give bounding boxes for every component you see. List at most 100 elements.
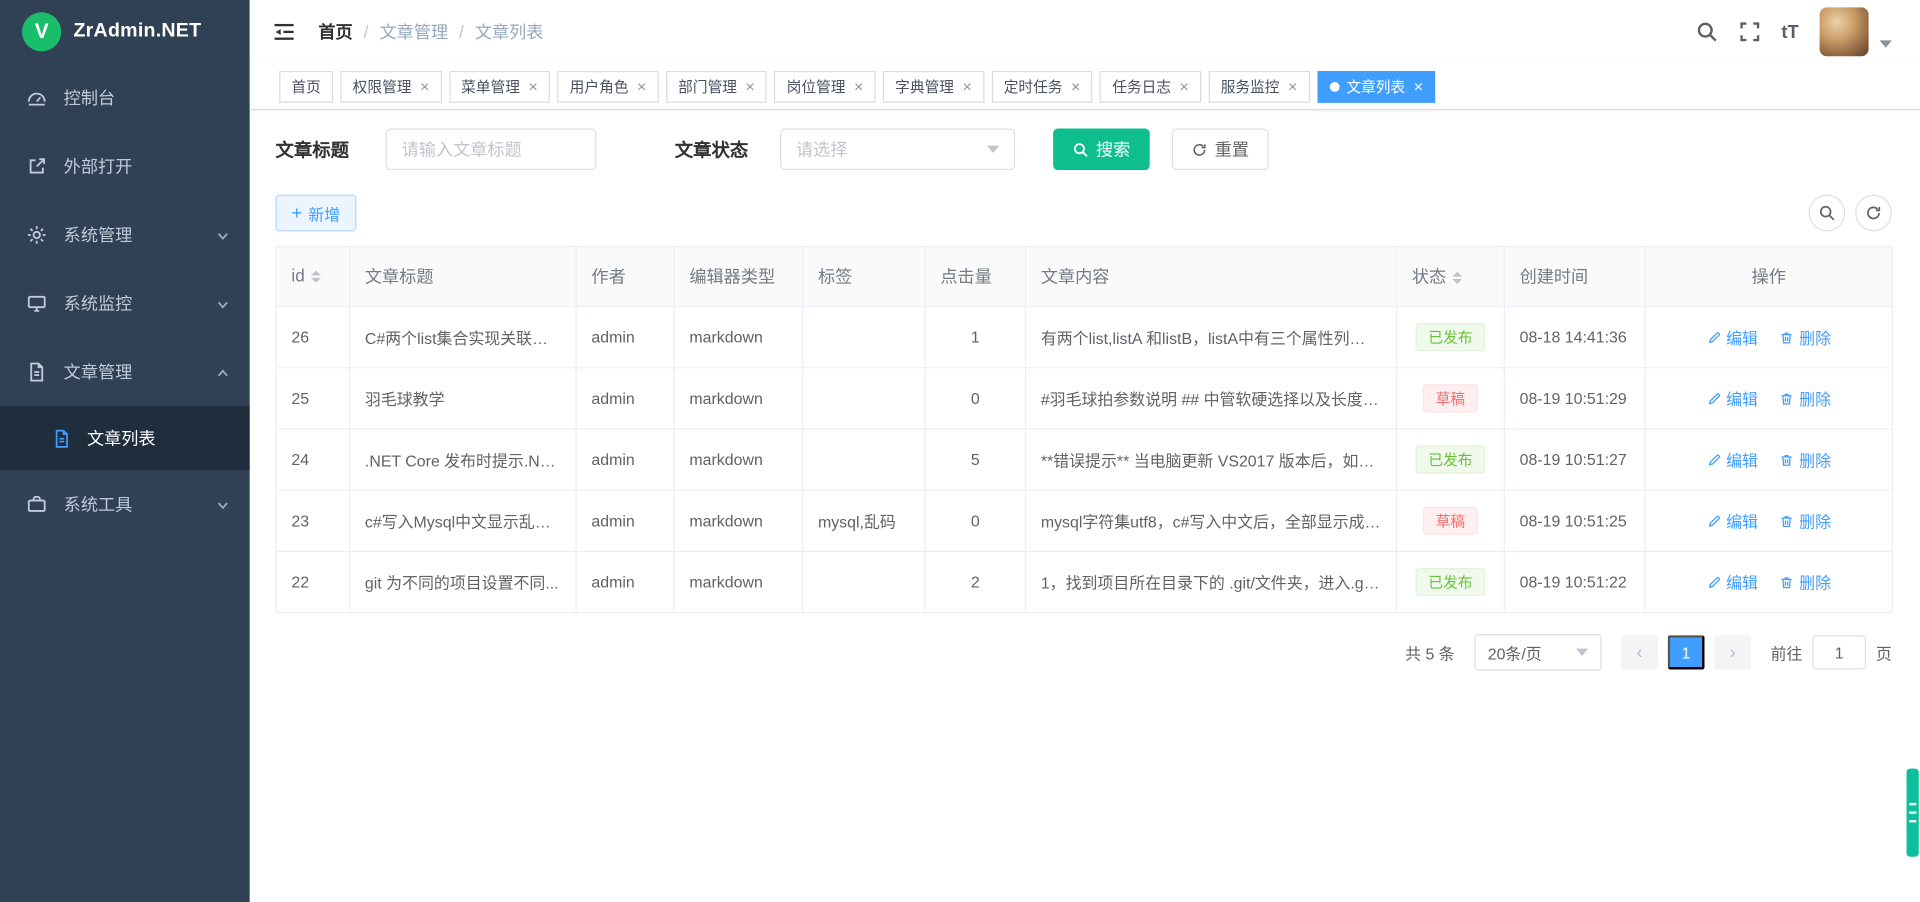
edit-button[interactable]: 编辑 xyxy=(1707,448,1758,471)
edit-link-label: 编辑 xyxy=(1726,571,1758,594)
fullscreen-icon[interactable] xyxy=(1739,21,1761,43)
toggle-search-button[interactable] xyxy=(1809,195,1846,232)
sort-icon xyxy=(1452,267,1462,289)
sidebar-item-external[interactable]: 外部打开 xyxy=(0,132,250,201)
tab[interactable]: 服务监控 × xyxy=(1208,70,1309,102)
column-header-clicks: 点击量 xyxy=(925,247,1025,307)
cell-author: admin xyxy=(576,491,674,552)
tab-active-dot xyxy=(1329,81,1339,91)
user-menu-caret-icon[interactable] xyxy=(1880,40,1892,47)
table-row: 26 C#两个list集合实现关联，... admin markdown 1 有… xyxy=(276,307,1892,368)
edit-button[interactable]: 编辑 xyxy=(1707,326,1758,349)
refresh-button[interactable] xyxy=(1855,195,1892,232)
cell-id: 25 xyxy=(276,368,349,429)
tab[interactable]: 文章列表 × xyxy=(1317,70,1435,102)
status-badge: 已发布 xyxy=(1416,323,1485,351)
cell-editor: markdown xyxy=(674,307,803,368)
logo-icon: V xyxy=(22,12,61,51)
tab[interactable]: 字典管理 × xyxy=(883,70,984,102)
tab-close-icon[interactable]: × xyxy=(1288,78,1297,94)
edit-button[interactable]: 编辑 xyxy=(1707,387,1758,410)
tab-close-icon[interactable]: × xyxy=(854,78,863,94)
dashboard-icon xyxy=(26,87,48,109)
edit-button[interactable]: 编辑 xyxy=(1707,571,1758,594)
tab-close-icon[interactable]: × xyxy=(1414,78,1423,94)
external-link-icon xyxy=(26,155,48,177)
avatar[interactable] xyxy=(1820,7,1869,56)
app-logo[interactable]: V ZrAdmin.NET xyxy=(0,0,250,64)
tab[interactable]: 用户角色 × xyxy=(557,70,658,102)
article-title-input[interactable] xyxy=(386,129,597,171)
header-search-icon[interactable] xyxy=(1696,21,1718,43)
delete-button[interactable]: 删除 xyxy=(1780,571,1831,594)
font-size-icon[interactable]: tT xyxy=(1781,21,1798,42)
sidebar-item-label: 外部打开 xyxy=(64,154,133,178)
add-button[interactable]: + 新增 xyxy=(276,195,357,232)
cell-content: 有两个list,listA 和listB，listA中有三个属性列为St... xyxy=(1026,307,1397,368)
column-header-tags: 标签 xyxy=(803,247,925,307)
tab-close-icon[interactable]: × xyxy=(637,78,646,94)
column-header-title: 文章标题 xyxy=(350,247,577,307)
pencil-icon xyxy=(1707,453,1722,468)
sidebar-collapse-icon[interactable] xyxy=(272,20,296,44)
reset-button[interactable]: 重置 xyxy=(1172,129,1269,171)
cell-created: 08-19 10:51:25 xyxy=(1504,491,1645,552)
cell-status: 已发布 xyxy=(1397,552,1505,613)
trash-icon xyxy=(1780,453,1795,468)
tab[interactable]: 部门管理 × xyxy=(666,70,767,102)
floating-widget[interactable] xyxy=(1907,769,1919,857)
tab[interactable]: 首页 xyxy=(279,70,333,102)
article-status-select[interactable]: 请选择 xyxy=(780,129,1015,171)
next-page-button[interactable]: › xyxy=(1714,636,1751,670)
goto-page-input[interactable] xyxy=(1812,636,1866,670)
status-badge: 已发布 xyxy=(1416,568,1485,596)
breadcrumb-section[interactable]: 文章管理 xyxy=(379,20,448,44)
breadcrumb-home[interactable]: 首页 xyxy=(318,20,352,44)
tab[interactable]: 菜单管理 × xyxy=(449,70,550,102)
breadcrumb: 首页 / 文章管理 / 文章列表 xyxy=(318,20,543,44)
edit-link-label: 编辑 xyxy=(1726,387,1758,410)
cell-editor: markdown xyxy=(674,552,803,613)
sidebar-item-system-admin[interactable]: 系统管理 xyxy=(0,201,250,270)
tab-close-icon[interactable]: × xyxy=(420,78,429,94)
column-header-created: 创建时间 xyxy=(1504,247,1645,307)
sidebar-item-system-monitor[interactable]: 系统监控 xyxy=(0,269,250,338)
tab[interactable]: 任务日志 × xyxy=(1100,70,1201,102)
edit-button[interactable]: 编辑 xyxy=(1707,510,1758,533)
delete-link-label: 删除 xyxy=(1799,448,1831,471)
sidebar-item-article-admin[interactable]: 文章管理 xyxy=(0,338,250,407)
cell-content: #羽毛球拍参数说明 ## 中管软硬选择以及长度介... xyxy=(1026,368,1397,429)
sidebar-item-dashboard[interactable]: 控制台 xyxy=(0,64,250,133)
delete-button[interactable]: 删除 xyxy=(1780,448,1831,471)
cell-operations: 编辑 删除 xyxy=(1645,491,1892,552)
prev-page-button[interactable]: ‹ xyxy=(1621,636,1658,670)
cell-author: admin xyxy=(576,552,674,613)
cell-clicks: 0 xyxy=(925,368,1025,429)
tab[interactable]: 权限管理 × xyxy=(340,70,441,102)
column-header-status[interactable]: 状态 xyxy=(1397,247,1505,307)
tab-label: 用户角色 xyxy=(570,76,629,97)
edit-link-label: 编辑 xyxy=(1726,326,1758,349)
page-number-button[interactable]: 1 xyxy=(1668,636,1705,670)
cell-editor: markdown xyxy=(674,429,803,490)
tab[interactable]: 岗位管理 × xyxy=(774,70,875,102)
tab-close-icon[interactable]: × xyxy=(746,78,755,94)
articles-table: id 文章标题 作者 编辑器类型 标签 点击量 文章内容 状态 创建时间 xyxy=(276,246,1894,614)
delete-button[interactable]: 删除 xyxy=(1780,326,1831,349)
tab-close-icon[interactable]: × xyxy=(963,78,972,94)
cell-id: 26 xyxy=(276,307,349,368)
sidebar-item-article-list[interactable]: 文章列表 xyxy=(0,406,250,470)
tab[interactable]: 定时任务 × xyxy=(991,70,1092,102)
tab-close-icon[interactable]: × xyxy=(529,78,538,94)
status-badge: 已发布 xyxy=(1416,446,1485,474)
tab-close-icon[interactable]: × xyxy=(1071,78,1080,94)
breadcrumb-current: 文章列表 xyxy=(475,20,544,44)
sidebar-item-system-tools[interactable]: 系统工具 xyxy=(0,470,250,539)
delete-button[interactable]: 删除 xyxy=(1780,387,1831,410)
page-size-select[interactable]: 20条/页 xyxy=(1474,634,1601,671)
search-button[interactable]: 搜索 xyxy=(1053,129,1150,171)
delete-button[interactable]: 删除 xyxy=(1780,510,1831,533)
column-header-id[interactable]: id xyxy=(276,247,349,307)
tabs-bar: 首页 权限管理 × 菜单管理 × 用户角色 × 部门管理 × 岗位管理 × 字典… xyxy=(250,64,1920,111)
tab-close-icon[interactable]: × xyxy=(1180,78,1189,94)
